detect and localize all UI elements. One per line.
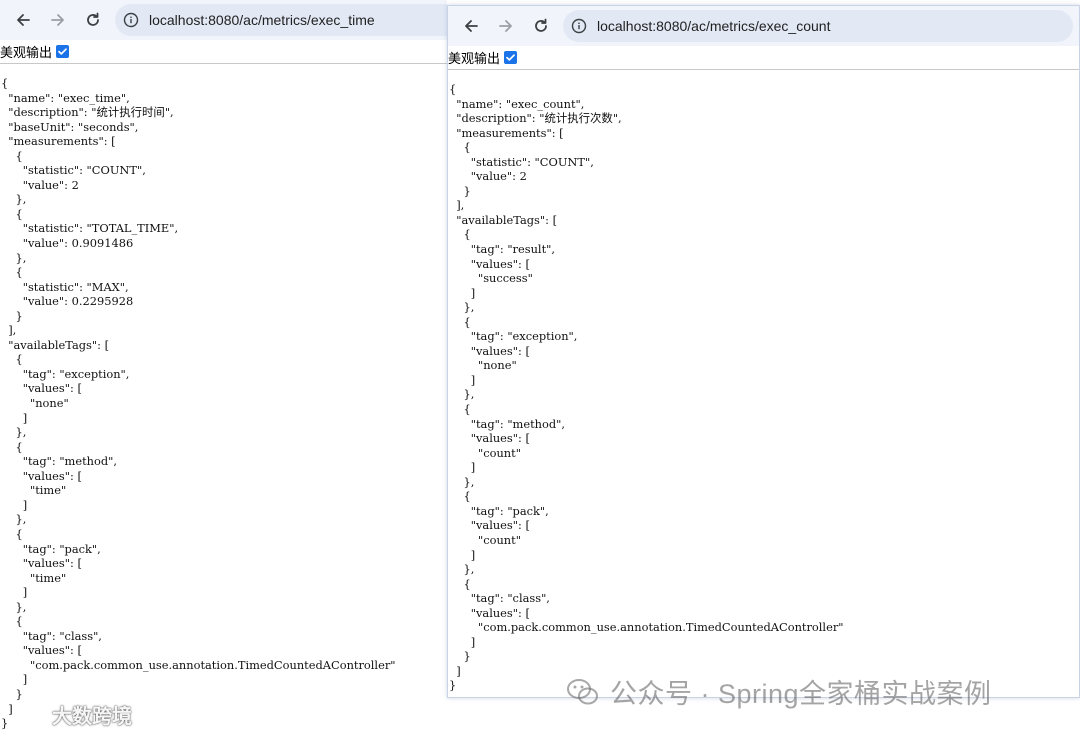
browser-toolbar: localhost:8080/ac/metrics/exec_count <box>448 6 1079 46</box>
pretty-print-label: 美观输出 <box>448 51 501 66</box>
url-text: localhost:8080/ac/metrics/exec_time <box>149 12 375 28</box>
weibo-icon <box>11 708 47 723</box>
reload-button[interactable] <box>528 13 554 39</box>
wechat-watermark-text: 公众号 · Spring全家桶实战案例 <box>610 679 992 709</box>
pretty-print-checkbox[interactable] <box>504 51 518 64</box>
back-arrow-icon <box>17 14 30 26</box>
address-bar[interactable]: localhost:8080/ac/metrics/exec_time <box>115 4 447 36</box>
reload-icon <box>87 12 99 26</box>
forward-button[interactable] <box>493 13 519 39</box>
browser-toolbar: localhost:8080/ac/metrics/exec_time <box>0 0 447 40</box>
json-content: { "name": "exec_time", "description": "统… <box>1 76 396 731</box>
browser-window-right: localhost:8080/ac/metrics/exec_count 美观输… <box>447 5 1080 698</box>
back-button[interactable] <box>10 7 36 33</box>
url-text: localhost:8080/ac/metrics/exec_count <box>597 18 831 34</box>
back-button[interactable] <box>458 13 484 39</box>
forward-arrow-icon <box>499 20 512 32</box>
wechat-icon <box>567 678 598 704</box>
checkbox-checked-icon <box>58 48 67 55</box>
reload-icon <box>535 18 547 32</box>
json-content: { "name": "exec_count", "description": "… <box>449 82 844 693</box>
browser-window-left: localhost:8080/ac/metrics/exec_time 美观输出… <box>0 0 447 735</box>
checkbox-checked-icon <box>506 54 515 61</box>
weibo-watermark: 大数跨境 <box>8 700 132 729</box>
info-icon[interactable] <box>123 12 139 28</box>
forward-arrow-icon <box>51 14 64 26</box>
pretty-print-checkbox[interactable] <box>56 45 70 58</box>
weibo-watermark-text: 大数跨境 <box>52 706 132 728</box>
reload-button[interactable] <box>80 7 106 33</box>
pretty-print-toggle: 美观输出 <box>0 40 447 64</box>
forward-button[interactable] <box>45 7 71 33</box>
pretty-print-toggle: 美观输出 <box>448 46 1079 70</box>
back-arrow-icon <box>465 20 478 32</box>
info-icon[interactable] <box>571 18 587 34</box>
wechat-watermark: 公众号 · Spring全家桶实战案例 <box>566 672 992 711</box>
pretty-print-label: 美观输出 <box>0 45 53 60</box>
address-bar[interactable]: localhost:8080/ac/metrics/exec_count <box>563 10 1073 42</box>
